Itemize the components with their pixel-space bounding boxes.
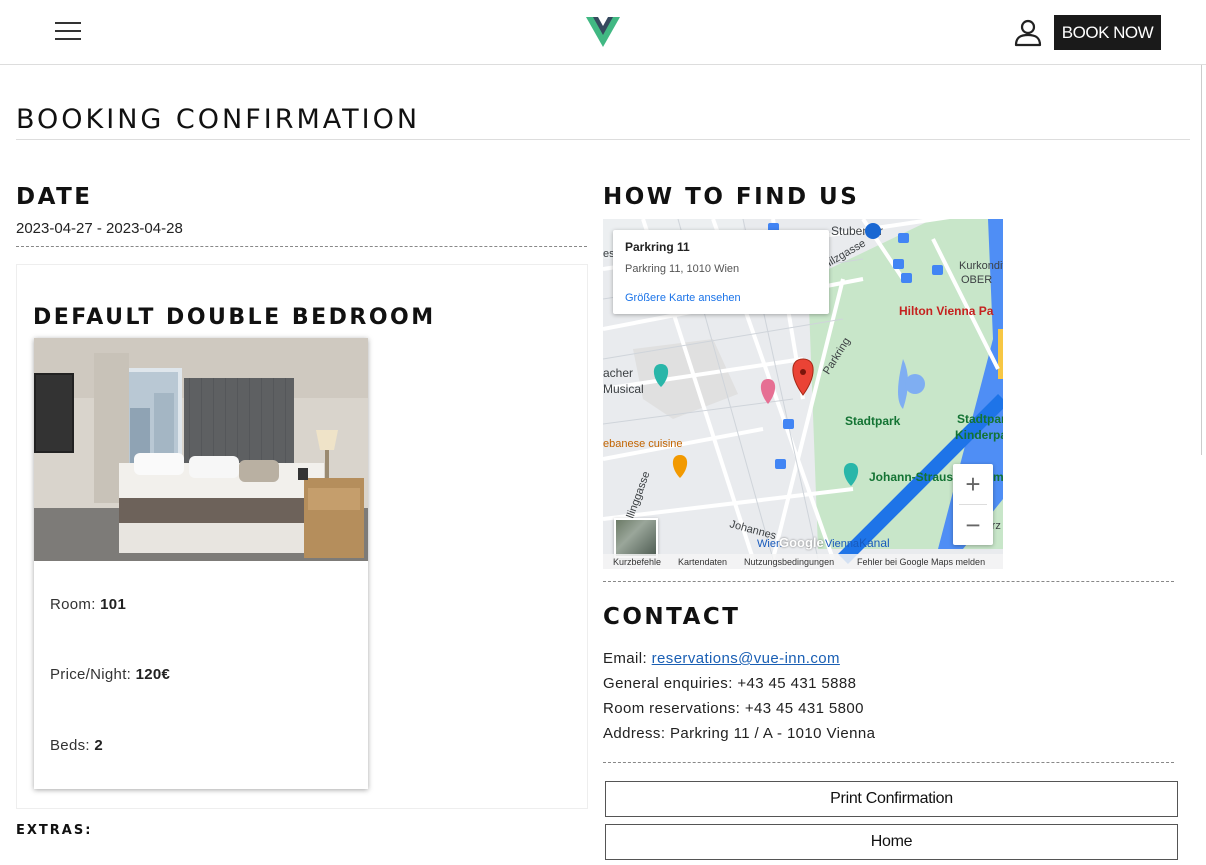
zoom-in-button[interactable]: + xyxy=(953,464,993,504)
contact-address: Address: Parkring 11 / A - 1010 Vienna xyxy=(603,725,876,742)
svg-text:Kinderpark: Kinderpark xyxy=(955,428,1003,442)
room-title: DEFAULT DOUBLE BEDROOM xyxy=(33,305,436,330)
vue-logo[interactable] xyxy=(586,17,620,47)
report-error-link[interactable]: Fehler bei Google Maps melden xyxy=(857,557,985,567)
home-button[interactable]: Home xyxy=(605,824,1178,860)
divider xyxy=(603,581,1174,582)
map-data-link[interactable]: Kartendaten xyxy=(678,557,727,567)
book-now-button[interactable]: BOOK NOW xyxy=(1054,15,1161,50)
email-link[interactable]: reservations@vue-inn.com xyxy=(652,650,840,667)
date-heading: DATE xyxy=(16,184,93,210)
room-price: Price/Night: 120€ xyxy=(50,666,171,683)
contact-heading: CONTACT xyxy=(603,604,741,630)
svg-text:acher: acher xyxy=(603,366,633,380)
date-range: 2023-04-27 - 2023-04-28 xyxy=(16,220,183,237)
terms-link[interactable]: Nutzungsbedingungen xyxy=(744,557,834,567)
svg-text:Hilton Vienna Pa: Hilton Vienna Pa xyxy=(899,304,994,318)
room-photo xyxy=(34,338,368,561)
svg-text:Kurkondit: Kurkondit xyxy=(959,260,1003,272)
contact-email: Email: reservations@vue-inn.com xyxy=(603,650,840,667)
print-confirmation-button[interactable]: Print Confirmation xyxy=(605,781,1178,817)
contact-reservations: Room reservations: +43 45 431 5800 xyxy=(603,700,864,717)
svg-text:ebanese cuisine: ebanese cuisine xyxy=(603,438,683,450)
larger-map-link[interactable]: Größere Karte ansehen xyxy=(625,292,741,304)
map-footer: Kurzbefehle Kartendaten Nutzungsbedingun… xyxy=(603,554,1003,569)
popup-title: Parkring 11 xyxy=(625,240,690,254)
google-logo: Google xyxy=(779,535,824,550)
zoom-controls: + − xyxy=(953,464,993,545)
room-card: Room: 101 Price/Night: 120€ Beds: 2 xyxy=(34,338,368,789)
svg-text:OBER: OBER xyxy=(961,274,992,286)
extras-heading: EXTRAS: xyxy=(16,823,93,838)
room-beds: Beds: 2 xyxy=(50,737,103,754)
map-type-toggle[interactable] xyxy=(614,518,658,558)
user-icon[interactable] xyxy=(1013,18,1043,48)
contact-general: General enquiries: +43 45 431 5888 xyxy=(603,675,857,692)
room-number: Room: 101 xyxy=(50,596,127,613)
metro-icon xyxy=(865,223,881,239)
scrollbar[interactable] xyxy=(1201,65,1202,455)
map[interactable]: Stubentor Kurkondit OBER Hilton Vienna P… xyxy=(603,219,1003,569)
divider xyxy=(16,139,1190,140)
svg-text:Vienna: Vienna xyxy=(825,538,860,550)
divider xyxy=(16,246,587,247)
site-header: BOOK NOW xyxy=(0,0,1206,65)
svg-text:Stadtpark -: Stadtpark - xyxy=(957,412,1003,426)
svg-text:Kanal: Kanal xyxy=(859,536,890,550)
menu-icon[interactable] xyxy=(55,22,81,42)
map-info-popup: Parkring 11 Parkring 11, 1010 Wien Größe… xyxy=(613,230,829,314)
svg-text:Musical: Musical xyxy=(603,382,644,396)
divider xyxy=(603,762,1174,763)
svg-text:Stadtpark: Stadtpark xyxy=(845,414,901,428)
find-us-heading: HOW TO FIND US xyxy=(603,184,860,210)
zoom-out-button[interactable]: − xyxy=(953,505,993,545)
page-title: BOOKING CONFIRMATION xyxy=(16,104,421,135)
popup-address: Parkring 11, 1010 Wien xyxy=(625,263,740,275)
keyboard-shortcuts-link[interactable]: Kurzbefehle xyxy=(613,557,661,567)
